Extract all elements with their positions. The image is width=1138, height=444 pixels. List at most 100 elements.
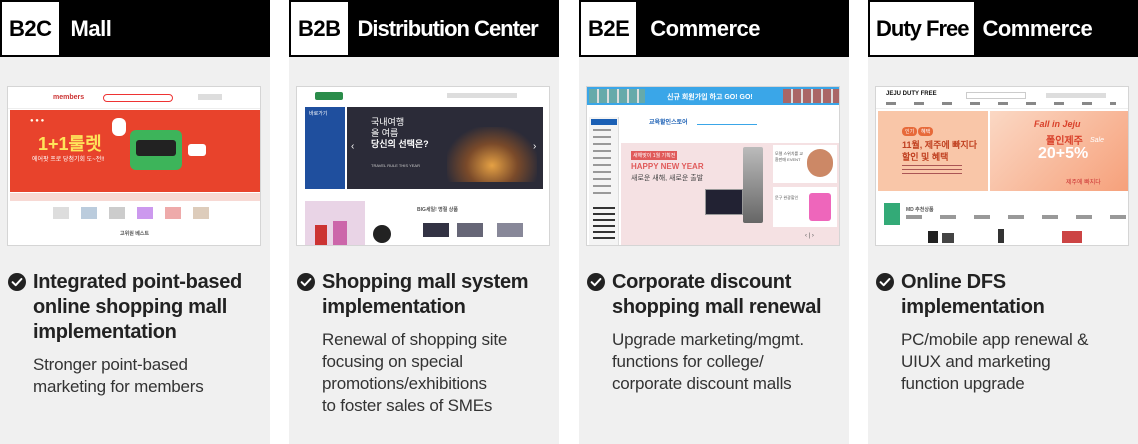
banner-tree-graphic	[447, 127, 537, 182]
desc-line: Stronger point-based	[33, 355, 188, 374]
banner-headline: HAPPY NEW YEAR	[631, 162, 704, 171]
site-banner: 인기 혜택 11월, 제주에 빠지다 할인 및 혜택	[878, 111, 988, 191]
check-circle-icon	[297, 273, 315, 291]
side-banner-caption: 제주에 빠지다	[1066, 180, 1101, 186]
column-header: B2E Commerce	[579, 0, 849, 57]
title-line: implementation	[33, 321, 177, 343]
title-line: implementation	[322, 296, 466, 318]
column-header: B2C Mall	[0, 0, 270, 57]
section-label: BIG세일! 명절 상품	[417, 207, 458, 213]
desc-line: corporate discount malls	[612, 374, 792, 393]
desc-line: function upgrade	[901, 374, 1025, 393]
desc-line: functions for college/	[612, 352, 764, 371]
column-b2b: B2B Distribution Center 바로가기 국내여행 올 여름 당…	[289, 0, 559, 444]
site-logo: 교육할인스토어	[649, 120, 688, 126]
site-header: members	[8, 87, 260, 109]
appliance-graphic	[743, 147, 763, 223]
topbar-thumbnails	[783, 89, 839, 103]
site-banner: 국내여행 올 여름 당신의 선택은? TRAVEL RULE THIS YEAR…	[347, 107, 543, 189]
category-tag: Duty Free	[870, 2, 975, 55]
feature-block: Corporate discount shopping mall renewal…	[587, 270, 845, 395]
site-screenshot-b2c[interactable]: members ● ● ● 1+1룰렛 에어팟 프로 당첨기회 도~전!! 고위…	[7, 86, 261, 246]
site-screenshot-b2e[interactable]: 신규 회원가입 하고 GO! GO! 교육할인스토어 새해맞이 1월 기획전 H…	[586, 86, 840, 246]
desc-line: UIUX and marketing	[901, 352, 1051, 371]
chevron-left-icon[interactable]: ‹	[351, 141, 354, 152]
desc-line: Upgrade marketing/mgmt.	[612, 330, 804, 349]
banner-badge: 혜택	[918, 127, 934, 136]
banner-headline: 1+1룰렛	[38, 134, 102, 154]
left-category-menu	[589, 117, 619, 245]
feature-block: Online DFS implementation PC/mobile app …	[876, 270, 1134, 395]
feature-description: PC/mobile app renewal & UIUX and marketi…	[901, 329, 1134, 395]
left-menu-label: 바로가기	[309, 111, 328, 117]
site-logo: JEJU DUTY FREE	[886, 91, 937, 97]
site-topbar: 신규 회원가입 하고 GO! GO!	[587, 87, 839, 105]
carousel-arrows-icon[interactable]: ‹ | ›	[805, 233, 814, 239]
monitor-graphic	[705, 189, 743, 215]
slot-machine-graphic	[130, 130, 182, 170]
topbar-text: 신규 회원가입 하고 GO! GO!	[667, 94, 753, 101]
site-screenshot-b2b[interactable]: 바로가기 국내여행 올 여름 당신의 선택은? TRAVEL RULE THIS…	[296, 86, 550, 246]
banner-subtext: 할인 및 혜택	[902, 152, 949, 162]
title-line: Online DFS	[901, 271, 1006, 293]
feature-title: Online DFS implementation	[876, 270, 1134, 320]
banner-fine-print	[902, 165, 962, 177]
banner-subtext: 새로운 새해, 새로운 출발	[631, 175, 704, 182]
feature-title-text: Shopping mall system implementation	[322, 270, 529, 320]
title-line: shopping mall renewal	[612, 296, 822, 318]
site-screenshot-duty-free[interactable]: JEJU DUTY FREE 인기 혜택 11월, 제주에 빠지다 할인 및 혜…	[875, 86, 1129, 246]
desc-line: focusing on special	[322, 352, 463, 371]
banner-small-text: TRAVEL RULE THIS YEAR	[371, 163, 420, 168]
site-header: JEJU DUTY FREE	[876, 87, 1128, 109]
category-name: Commerce	[650, 15, 761, 41]
category-name: Commerce	[982, 15, 1093, 41]
banner-badge: 인기	[902, 127, 918, 136]
side-banner: Fall in Jeju 폴인제주 20+5% Sale 제주에 빠지다	[990, 111, 1128, 191]
column-duty-free: Duty Free Commerce JEJU DUTY FREE 인기 혜택 …	[868, 0, 1138, 444]
feature-title-text: Corporate discount shopping mall renewal	[612, 270, 822, 320]
feature-title: Corporate discount shopping mall renewal	[587, 270, 845, 320]
feature-block: Shopping mall system implementation Rene…	[297, 270, 555, 417]
title-line: Corporate discount	[612, 271, 792, 293]
desc-line: Renewal of shopping site	[322, 330, 508, 349]
product-row	[53, 207, 223, 219]
side-banner-title: Fall in Jeju	[1034, 119, 1081, 129]
banner-caption: ● ● ●	[30, 118, 45, 124]
site-logo	[315, 92, 343, 100]
category-tag: B2C	[2, 2, 59, 55]
feature-title-text: Online DFS implementation	[901, 270, 1045, 320]
gift-graphic	[188, 144, 206, 156]
feature-title: Integrated point-based online shopping m…	[8, 270, 266, 345]
site-nav-links	[198, 94, 222, 100]
column-b2c: B2C Mall members ● ● ● 1+1룰렛 에어팟 프로 당첨기회…	[0, 0, 270, 444]
banner-tag: 새해맞이 1월 기획전	[631, 151, 678, 160]
promo-thumb	[884, 203, 900, 225]
banner-text: 국내여행 올 여름 당신의 선택은?	[371, 117, 429, 149]
side-banner-sale: Sale	[1090, 137, 1105, 144]
site-logo: members	[53, 94, 85, 101]
desc-line: promotions/exhibitions	[322, 374, 487, 393]
category-tag: B2B	[291, 2, 348, 55]
feature-title-text: Integrated point-based online shopping m…	[33, 270, 242, 345]
site-banner: ● ● ● 1+1룰렛 에어팟 프로 당첨기회 도~전!!	[10, 110, 260, 192]
feature-description: Renewal of shopping site focusing on spe…	[322, 329, 555, 417]
site-search-bar	[103, 94, 173, 102]
left-menu: 바로가기	[305, 107, 345, 189]
side-banner-discount: 20+5%	[1038, 145, 1089, 162]
check-circle-icon	[876, 273, 894, 291]
section-label: 고위원 베스트	[120, 231, 149, 237]
title-line: implementation	[901, 296, 1045, 318]
side-promo: 모델 스위치를 교환판매 EVENT	[773, 145, 837, 183]
feature-description: Upgrade marketing/mgmt. functions for co…	[612, 329, 845, 395]
column-header: Duty Free Commerce	[868, 0, 1138, 57]
section-label: MD 추천상품	[906, 207, 934, 213]
title-line: online shopping mall	[33, 296, 228, 318]
check-circle-icon	[587, 273, 605, 291]
site-nav-links	[447, 93, 517, 98]
promo-tile	[305, 201, 365, 245]
category-strip	[10, 193, 260, 201]
topbar-thumbnails	[589, 89, 645, 103]
section-tabs	[906, 215, 1126, 219]
site-search-bar	[697, 117, 757, 125]
chevron-right-icon[interactable]: ›	[533, 141, 536, 152]
